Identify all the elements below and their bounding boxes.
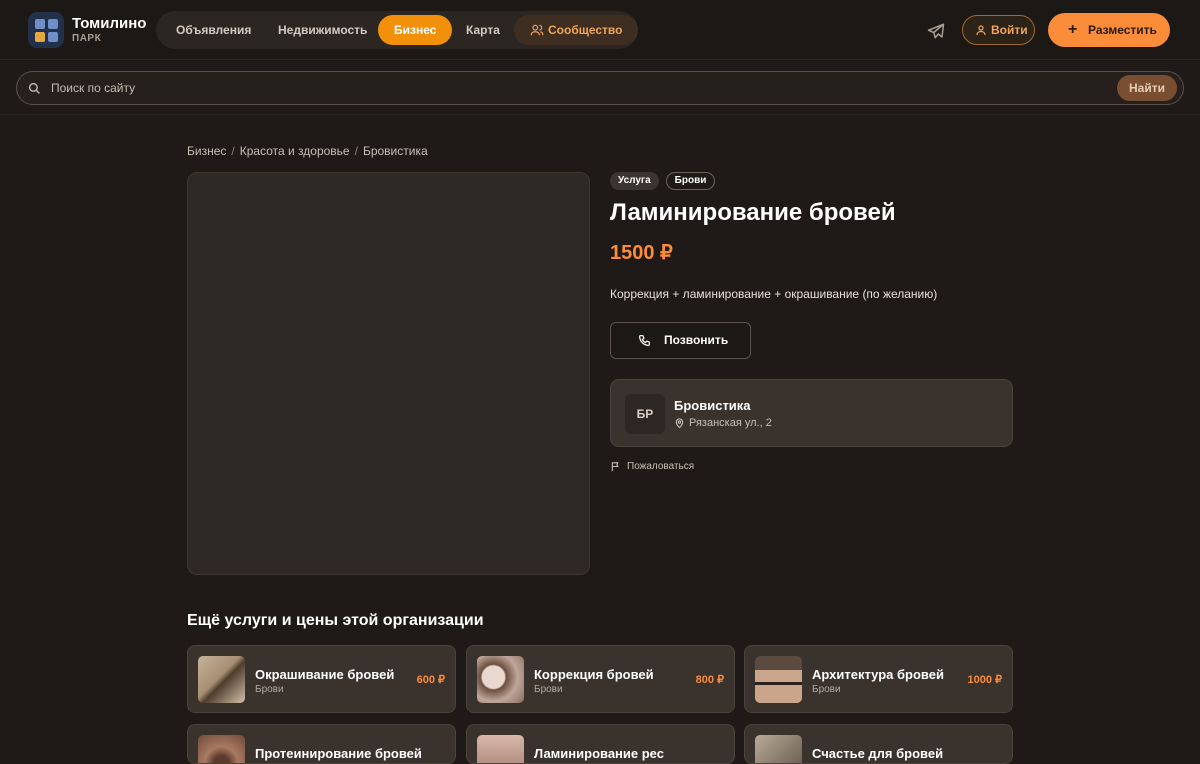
nav-item-community-label: Сообщество — [548, 23, 623, 37]
breadcrumb-item-beauty[interactable]: Красота и здоровье — [240, 144, 350, 158]
service-thumbnail — [755, 656, 802, 703]
organization-name[interactable]: Бровистика — [674, 398, 751, 413]
organization-card[interactable]: БР Бровистика Рязанская ул., 2 — [610, 379, 1013, 447]
report-link-label: Пожаловаться — [627, 461, 695, 472]
listing-description: Коррекция + ламинирование + окрашивание … — [610, 287, 938, 301]
service-card[interactable]: Архитектура бровей Брови 1000 ₽ — [744, 645, 1013, 713]
search-button[interactable]: Найти — [1117, 75, 1177, 101]
search-input[interactable] — [51, 72, 1111, 104]
service-card[interactable]: Протеинирование бровей — [187, 724, 456, 764]
map-pin-icon — [675, 418, 684, 429]
report-link[interactable]: Пожаловаться — [610, 461, 694, 472]
avatar: БР — [625, 394, 665, 434]
nav-item-listings[interactable]: Объявления — [160, 15, 267, 45]
service-thumbnail — [198, 656, 245, 703]
listing-price: 1500 ₽ — [610, 242, 673, 264]
service-price: 800 ₽ — [695, 674, 724, 686]
brand-subtitle: ПАРК — [72, 33, 102, 44]
brand-logo-icon[interactable] — [28, 12, 64, 48]
search-icon — [28, 82, 40, 94]
user-icon — [976, 25, 986, 36]
listing-photo-placeholder — [187, 172, 590, 575]
login-button-label: Войти — [991, 23, 1028, 37]
users-icon — [530, 24, 544, 36]
breadcrumb-separator: / — [231, 144, 235, 158]
nav-item-community[interactable]: Сообщество — [514, 15, 639, 45]
service-name: Архитектура бровей — [812, 667, 944, 682]
post-ad-button-label: Разместить — [1088, 23, 1157, 37]
listing-tags: Услуга Брови — [610, 172, 716, 190]
breadcrumb-separator: / — [354, 144, 358, 158]
nav-item-real-estate[interactable]: Недвижимость — [262, 15, 383, 45]
organization-address: Рязанская ул., 2 — [674, 417, 772, 429]
top-navigation-bar: Томилино ПАРК Объявления Недвижимость Би… — [0, 0, 1200, 60]
flag-icon — [611, 462, 619, 472]
brand-title[interactable]: Томилино — [72, 15, 146, 32]
service-price: 600 ₽ — [416, 674, 445, 686]
nav-item-map[interactable]: Карта — [450, 15, 516, 45]
breadcrumb-item-org[interactable]: Бровистика — [363, 144, 428, 158]
service-card[interactable]: Счастье для бровей — [744, 724, 1013, 764]
tag-category[interactable]: Брови — [665, 172, 716, 190]
organization-address-text: Рязанская ул., 2 — [689, 417, 772, 429]
breadcrumb-item-business[interactable]: Бизнес — [187, 144, 226, 158]
service-category: Брови — [534, 684, 563, 695]
page-title: Ламинирование бровей — [610, 199, 896, 226]
tag-service: Услуга — [610, 172, 659, 190]
service-name: Ламинирование рес — [534, 746, 664, 761]
call-button-label: Позвонить — [664, 333, 729, 347]
telegram-icon[interactable] — [927, 22, 945, 40]
service-card[interactable]: Окрашивание бровей Брови 600 ₽ — [187, 645, 456, 713]
service-name: Коррекция бровей — [534, 667, 654, 682]
service-name: Счастье для бровей — [812, 746, 944, 761]
service-card[interactable]: Ламинирование рес — [466, 724, 735, 764]
call-button[interactable]: Позвонить — [610, 322, 751, 359]
more-services-title: Ещё услуги и цены этой организации — [187, 612, 484, 629]
main-nav: Объявления Недвижимость Бизнес Карта Соо… — [156, 11, 639, 49]
post-ad-button[interactable]: + Разместить — [1048, 13, 1170, 47]
service-category: Брови — [255, 684, 284, 695]
service-price: 1000 ₽ — [967, 674, 1002, 686]
service-category: Брови — [812, 684, 841, 695]
header-divider — [0, 114, 1200, 115]
nav-item-business[interactable]: Бизнес — [378, 15, 453, 45]
search-bar: Найти — [16, 71, 1184, 105]
phone-icon — [639, 335, 650, 346]
service-name: Окрашивание бровей — [255, 667, 395, 682]
breadcrumb: Бизнес / Красота и здоровье / Бровистика — [187, 144, 428, 158]
login-button[interactable]: Войти — [962, 15, 1035, 45]
service-card[interactable]: Коррекция бровей Брови 800 ₽ — [466, 645, 735, 713]
service-name: Протеинирование бровей — [255, 746, 422, 761]
plus-icon: + — [1068, 21, 1078, 38]
service-thumbnail — [477, 656, 524, 703]
